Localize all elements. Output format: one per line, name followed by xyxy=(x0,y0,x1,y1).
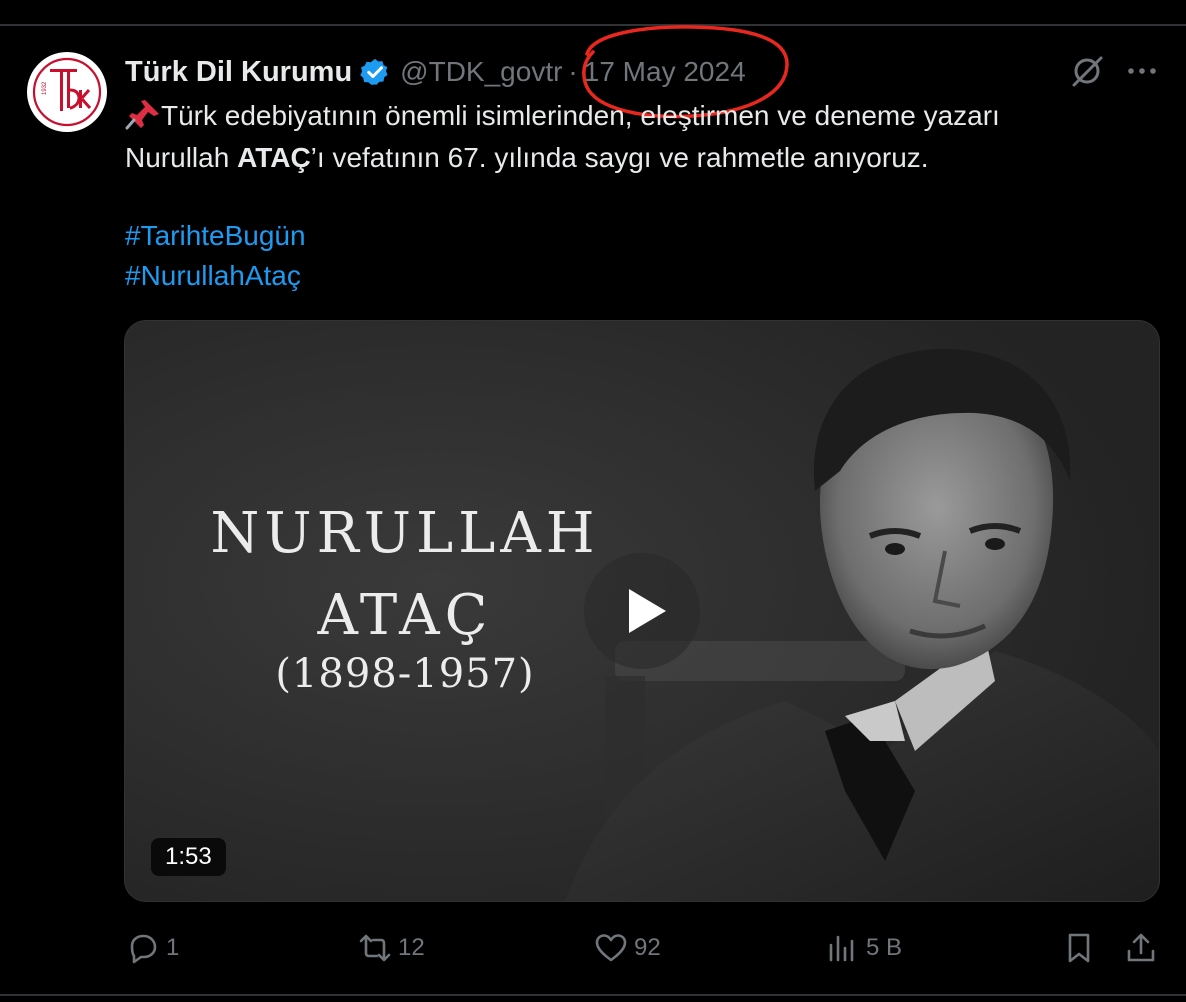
verified-badge-icon[interactable] xyxy=(360,57,390,87)
tweet-text-1: Türk edebiyatının önemli isimlerinden, e… xyxy=(161,100,1000,131)
like-count: 92 xyxy=(634,934,661,961)
separator-dot: · xyxy=(568,56,578,87)
tdk-logo-icon: 1932 xyxy=(28,53,106,131)
like-icon xyxy=(595,934,627,962)
play-icon xyxy=(629,589,666,633)
reply-count: 1 xyxy=(166,934,180,961)
bookmark-icon xyxy=(1068,933,1090,963)
grok-icon[interactable] xyxy=(1068,52,1106,90)
tweet-text-2-bold: ATAÇ xyxy=(237,142,311,173)
bookmark-button[interactable] xyxy=(1062,925,1096,971)
more-options-icon[interactable] xyxy=(1123,52,1161,90)
repost-count: 12 xyxy=(398,934,425,961)
like-button[interactable]: 92 xyxy=(594,925,661,971)
views-button[interactable]: 5 B xyxy=(826,925,902,971)
video-overlay-name-2: ATAÇ xyxy=(317,583,493,648)
reply-button[interactable]: 1 xyxy=(126,925,179,971)
video-player[interactable]: NURULLAH ATAÇ (1898-1957) 1:53 xyxy=(124,320,1160,902)
tweet-text-2a: Nurullah xyxy=(125,142,238,173)
repost-icon xyxy=(359,934,391,962)
video-overlay-years: (1898-1957) xyxy=(275,651,535,697)
repost-button[interactable]: 12 xyxy=(358,925,425,971)
avatar[interactable]: 1932 xyxy=(27,52,107,132)
views-icon xyxy=(829,935,854,962)
hashtag-link[interactable]: #NurullahAtaç xyxy=(125,256,301,296)
timestamp[interactable]: 17 May 2024 xyxy=(584,56,746,88)
display-name[interactable]: Türk Dil Kurumu xyxy=(125,56,352,89)
share-button[interactable] xyxy=(1124,925,1158,971)
tweet-text-line-1: Türk edebiyatının önemli isimlerinden, e… xyxy=(125,96,1000,136)
logo-year: 1932 xyxy=(42,81,48,95)
video-duration: 1:53 xyxy=(151,838,226,876)
reply-icon xyxy=(130,934,157,964)
views-count: 5 B xyxy=(866,934,903,961)
pushpin-icon xyxy=(125,100,159,130)
bottom-divider xyxy=(0,994,1186,996)
handle[interactable]: @TDK_govtr xyxy=(400,56,562,88)
top-divider xyxy=(0,24,1186,26)
tweet-header: Türk Dil Kurumu @TDK_govtr · 17 May 2024 xyxy=(125,52,746,92)
share-icon xyxy=(1127,933,1155,962)
video-overlay-name-1: NURULLAH xyxy=(210,501,600,566)
tweet-text-line-2: Nurullah ATAÇ’ı vefatının 67. yılında sa… xyxy=(125,138,929,178)
hashtag-link[interactable]: #TarihteBugün xyxy=(125,216,306,256)
tweet-text-2b: ’ı vefatının 67. yılında saygı ve rahmet… xyxy=(310,142,929,173)
play-button[interactable] xyxy=(584,553,700,669)
